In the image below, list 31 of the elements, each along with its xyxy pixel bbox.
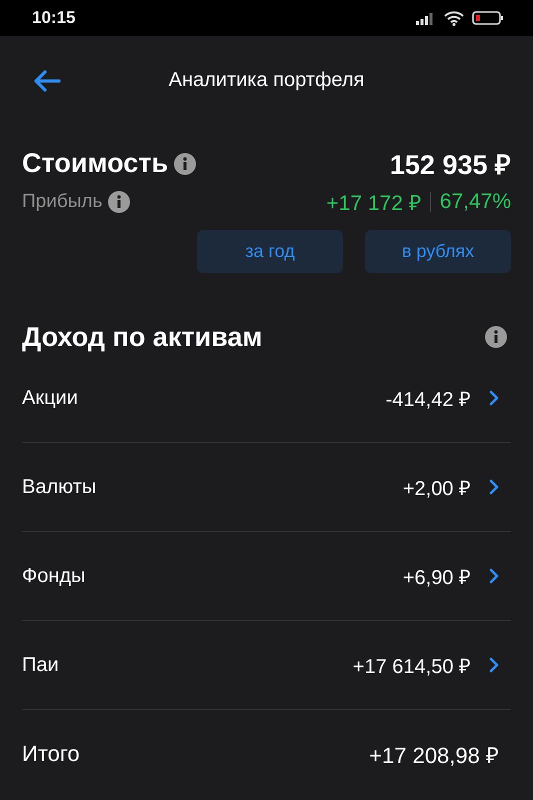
asset-income: +2,00 ₽ — [402, 476, 471, 500]
profit-percent: 67,47% — [440, 190, 511, 214]
filter-button[interactable]: в рублях — [365, 230, 511, 273]
value-label: Стоимость — [22, 148, 168, 179]
chevron-right-icon[interactable] — [489, 390, 499, 406]
battery-icon — [472, 11, 504, 25]
asset-income: +6,90 ₽ — [402, 566, 471, 590]
info-icon[interactable] — [174, 152, 196, 174]
filter-button[interactable]: за год — [197, 230, 343, 273]
info-icon[interactable] — [108, 191, 130, 213]
asset-label[interactable]: Паи — [22, 654, 59, 676]
asset-label[interactable]: Валюты — [22, 476, 96, 498]
status-time: 10:15 — [32, 8, 76, 28]
asset-label: Итого — [22, 741, 80, 767]
chevron-right-icon[interactable] — [489, 657, 499, 673]
total-value: +17 208,98 ₽ — [369, 742, 499, 769]
chevron-right-icon[interactable] — [489, 479, 499, 495]
profit-label: Прибыль — [22, 191, 102, 213]
asset-label[interactable]: Фонды — [22, 564, 86, 588]
asset-label[interactable]: Акции — [22, 386, 78, 410]
asset-income: +17 614,50 ₽ — [352, 654, 471, 678]
back-arrow-icon — [33, 68, 61, 92]
back-button[interactable] — [33, 68, 61, 92]
asset-income: -414,42 ₽ — [386, 388, 471, 412]
wifi-icon — [444, 10, 464, 26]
screen-title: Аналитика портфеля — [168, 69, 364, 92]
portfolio-value: 152 935 ₽ — [390, 149, 511, 182]
profit-value: +17 172 ₽ — [326, 191, 421, 216]
chevron-right-icon[interactable] — [489, 568, 499, 584]
section-title: Доход по активам — [22, 322, 262, 352]
info-icon[interactable] — [485, 326, 507, 348]
